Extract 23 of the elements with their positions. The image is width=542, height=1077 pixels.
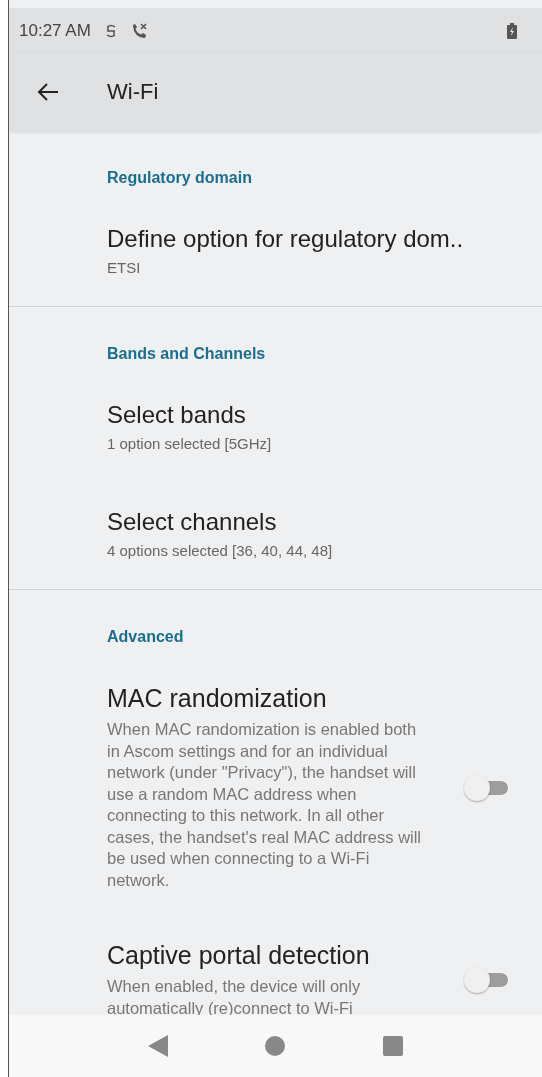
section-header: Regulatory domain — [107, 169, 253, 187]
preference-title[interactable]: Select bands — [107, 401, 522, 429]
preference-summary: ETSI — [107, 259, 142, 276]
battery-icon — [507, 22, 517, 39]
preference-description: When MAC randomization is enabled both in Ascom settings and for an individual network (under "Privacy"), the handset will use a random MAC address when connecting to this network. In all other cases, the handset's real MAC address will be used when connecting to a Wi-Fi network. — [107, 719, 423, 891]
screen-title: Wi-Fi — [107, 79, 159, 105]
preference-description: When enabled, the device will only automatically (re)connect to Wi-Fi — [107, 976, 362, 1019]
home-nav-icon[interactable] — [265, 1036, 286, 1056]
toggle-switch[interactable] — [464, 774, 510, 801]
preference-summary: 4 options selected [36, 40, 44, 48] — [107, 542, 334, 559]
back-arrow-icon[interactable] — [37, 82, 59, 102]
preference-title[interactable]: Select channels — [107, 508, 522, 536]
toggle-switch[interactable] — [464, 967, 510, 993]
section-header: Advanced — [107, 628, 185, 646]
preference-title[interactable]: MAC randomization — [107, 684, 444, 713]
recents-nav-icon[interactable] — [383, 1036, 404, 1056]
preference-title[interactable]: Captive portal detection — [107, 941, 444, 970]
preference-summary: 1 option selected [5GHz] — [107, 435, 273, 452]
section-header: Bands and Channels — [107, 345, 267, 363]
preference-title[interactable]: Define option for regulatory dom.. — [107, 225, 522, 253]
back-nav-icon[interactable] — [147, 1035, 168, 1057]
status-time: 10:27 AM — [19, 20, 91, 41]
missed-call-icon — [130, 22, 149, 39]
